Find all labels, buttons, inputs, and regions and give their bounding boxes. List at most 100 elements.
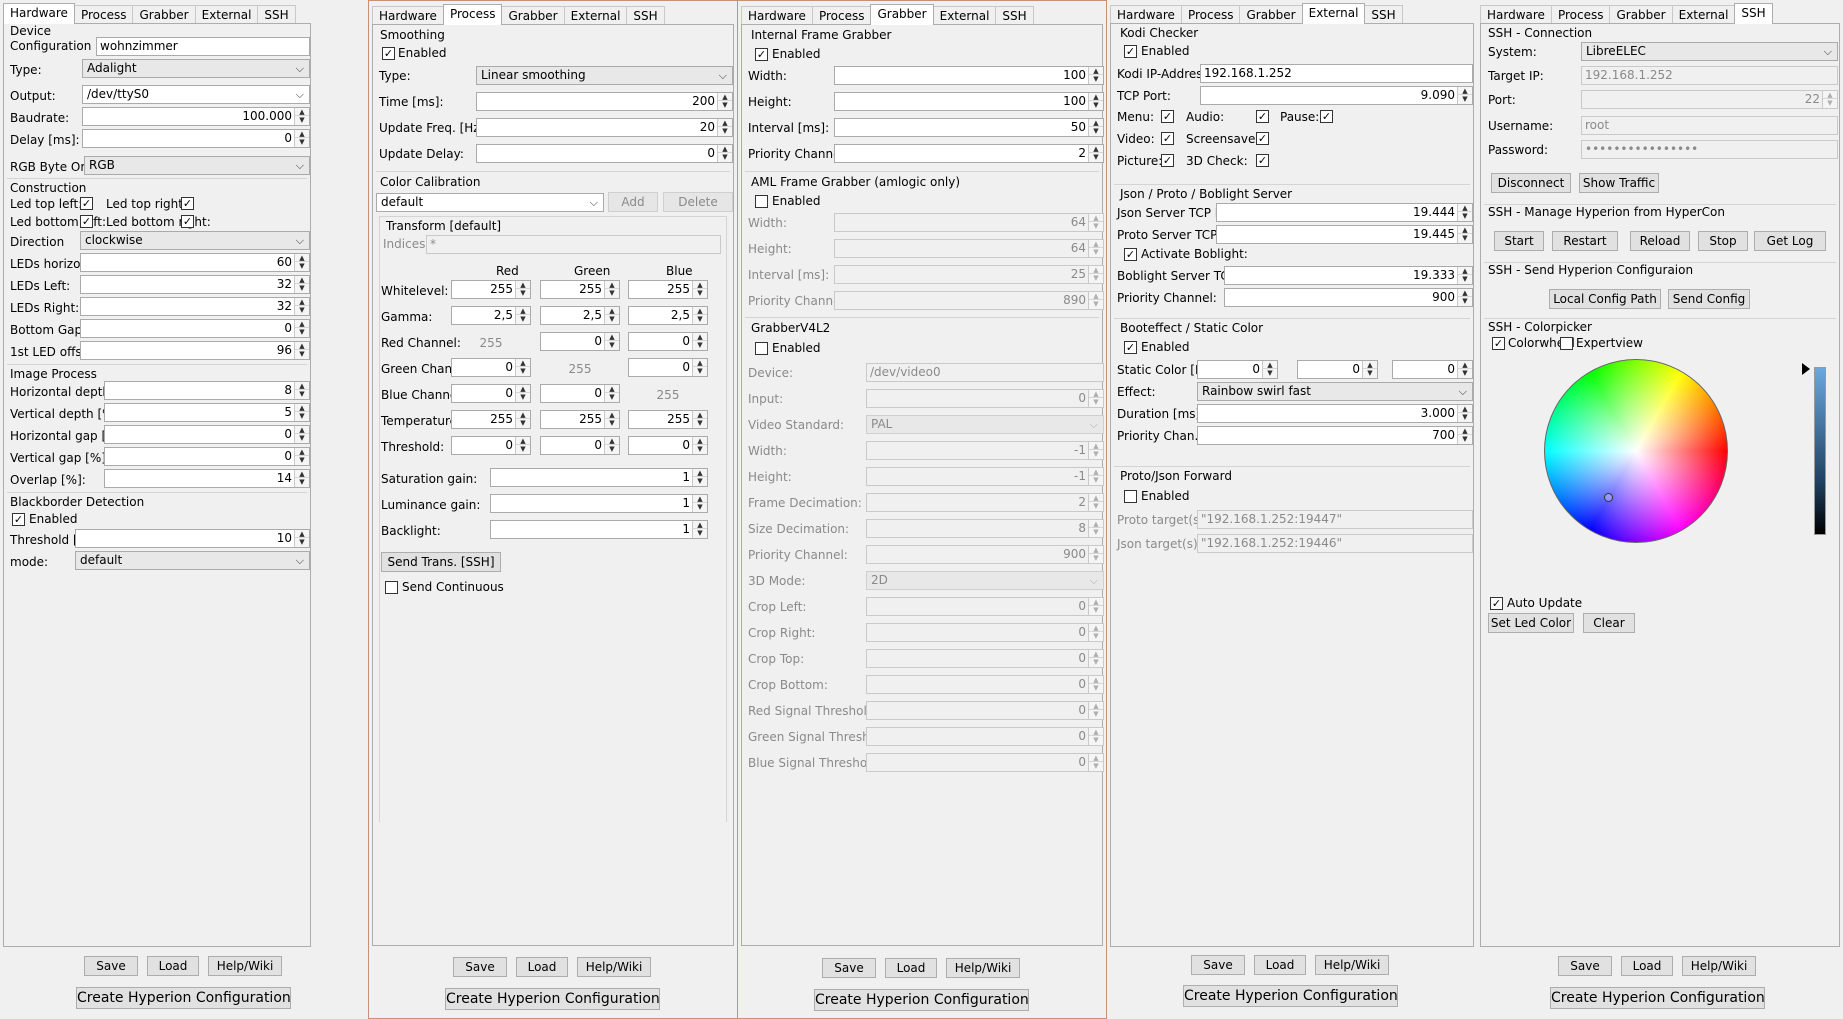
spinner-arrows[interactable]: ▲ ▼ bbox=[1457, 87, 1472, 104]
spinner-arrows[interactable]: ▲ ▼ bbox=[1362, 361, 1377, 378]
local-config-path-button[interactable]: Local Config Path bbox=[1549, 289, 1661, 309]
spinner-arrows[interactable]: ▲ ▼ bbox=[294, 382, 309, 399]
frame-decimation-spinner[interactable]: 2 ▲ ▼ bbox=[866, 493, 1104, 512]
load-button[interactable]: Load bbox=[147, 956, 199, 976]
down-arrow-icon[interactable]: ▼ bbox=[1089, 736, 1103, 744]
static-red-spinner[interactable]: 0 ▲ ▼ bbox=[1197, 360, 1278, 379]
down-arrow-icon[interactable]: ▼ bbox=[1089, 762, 1103, 770]
up-arrow-icon[interactable]: ▲ bbox=[1089, 754, 1103, 762]
led-top-right-checkbox[interactable]: ✓ bbox=[181, 197, 194, 210]
up-arrow-icon[interactable]: ▲ bbox=[1458, 289, 1472, 297]
tab-external[interactable]: External bbox=[1301, 3, 1366, 24]
activate-boblight-checkbox[interactable]: ✓ bbox=[1124, 248, 1137, 261]
video-standard-select[interactable]: PAL ⌵ bbox=[866, 415, 1104, 434]
spinner-arrows[interactable]: ▲ ▼ bbox=[692, 411, 707, 428]
down-arrow-icon[interactable]: ▼ bbox=[1089, 127, 1103, 135]
down-arrow-icon[interactable]: ▼ bbox=[1089, 398, 1103, 406]
down-arrow-icon[interactable]: ▼ bbox=[693, 529, 707, 537]
up-arrow-icon[interactable]: ▲ bbox=[1263, 361, 1277, 369]
json-target-input[interactable]: "192.168.1.252:19446" bbox=[1197, 534, 1473, 553]
spinner-arrows[interactable]: ▲ ▼ bbox=[515, 307, 530, 324]
up-arrow-icon[interactable]: ▲ bbox=[1089, 650, 1103, 658]
color-wheel-cursor[interactable] bbox=[1604, 493, 1613, 502]
down-arrow-icon[interactable]: ▼ bbox=[718, 153, 732, 161]
down-arrow-icon[interactable]: ▼ bbox=[605, 289, 619, 297]
up-arrow-icon[interactable]: ▲ bbox=[516, 307, 530, 315]
update-freq-spinner[interactable]: 20 ▲ ▼ bbox=[476, 118, 733, 137]
spinner-arrows[interactable]: ▲ ▼ bbox=[294, 530, 309, 547]
output-select[interactable]: /dev/ttyS0 ⌵ bbox=[82, 85, 310, 104]
brightness-slider[interactable] bbox=[1814, 367, 1826, 535]
threshold-blue-spinner[interactable]: 0 ▲ ▼ bbox=[628, 436, 708, 455]
pause-checkbox[interactable]: ✓ bbox=[1320, 110, 1333, 123]
crop-left-spinner[interactable]: 0 ▲ ▼ bbox=[866, 597, 1104, 616]
port-spinner[interactable]: 22 ▲ ▼ bbox=[1581, 90, 1838, 109]
tab-process[interactable]: Process bbox=[1180, 5, 1241, 24]
down-arrow-icon[interactable]: ▼ bbox=[1823, 99, 1837, 107]
spinner-arrows[interactable]: ▲ ▼ bbox=[692, 469, 707, 486]
spinner-arrows[interactable]: ▲ ▼ bbox=[1088, 214, 1103, 231]
led-top-left-checkbox[interactable]: ✓ bbox=[80, 197, 93, 210]
up-arrow-icon[interactable]: ▲ bbox=[295, 426, 309, 434]
tab-external[interactable]: External bbox=[932, 6, 997, 25]
delay-spinner[interactable]: 0 ▲ ▼ bbox=[82, 129, 310, 148]
server-priority-spinner[interactable]: 900 ▲ ▼ bbox=[1224, 288, 1473, 307]
down-arrow-icon[interactable]: ▼ bbox=[1089, 476, 1103, 484]
spinner-arrows[interactable]: ▲ ▼ bbox=[1457, 204, 1472, 221]
whitelevel-blue-spinner[interactable]: 255 ▲ ▼ bbox=[628, 280, 708, 299]
up-arrow-icon[interactable]: ▲ bbox=[1458, 204, 1472, 212]
stop-button[interactable]: Stop bbox=[1698, 231, 1748, 251]
up-arrow-icon[interactable]: ▲ bbox=[295, 470, 309, 478]
down-arrow-icon[interactable]: ▼ bbox=[1458, 413, 1472, 421]
down-arrow-icon[interactable]: ▼ bbox=[1458, 297, 1472, 305]
down-arrow-icon[interactable]: ▼ bbox=[295, 328, 309, 336]
load-button[interactable]: Load bbox=[885, 958, 937, 978]
spinner-arrows[interactable]: ▲ ▼ bbox=[1088, 468, 1103, 485]
up-arrow-icon[interactable]: ▲ bbox=[516, 411, 530, 419]
spinner-arrows[interactable]: ▲ ▼ bbox=[1088, 676, 1103, 693]
up-arrow-icon[interactable]: ▲ bbox=[295, 382, 309, 390]
create-configuration-button[interactable]: Create Hyperion Configuration bbox=[445, 988, 660, 1010]
up-arrow-icon[interactable]: ▲ bbox=[693, 281, 707, 289]
down-arrow-icon[interactable]: ▼ bbox=[693, 419, 707, 427]
green-channel-blue-spinner[interactable]: 0 ▲ ▼ bbox=[628, 358, 708, 377]
get-log-button[interactable]: Get Log bbox=[1754, 231, 1826, 251]
up-arrow-icon[interactable]: ▲ bbox=[295, 130, 309, 138]
clear-button[interactable]: Clear bbox=[1583, 613, 1635, 633]
indices-input[interactable]: * bbox=[426, 235, 721, 254]
spinner-arrows[interactable]: ▲ ▼ bbox=[294, 320, 309, 337]
saturation-gain-spinner[interactable]: 1 ▲ ▼ bbox=[490, 468, 708, 487]
tab-grabber[interactable]: Grabber bbox=[501, 6, 565, 25]
screensaver-checkbox[interactable]: ✓ bbox=[1256, 132, 1269, 145]
save-button[interactable]: Save bbox=[1558, 956, 1612, 976]
tab-external[interactable]: External bbox=[194, 5, 259, 24]
up-arrow-icon[interactable]: ▲ bbox=[516, 359, 530, 367]
temperature-green-spinner[interactable]: 255 ▲ ▼ bbox=[540, 410, 620, 429]
spinner-arrows[interactable]: ▲ ▼ bbox=[717, 119, 732, 136]
down-arrow-icon[interactable]: ▼ bbox=[1089, 153, 1103, 161]
baudrate-spinner[interactable]: 100.000 ▲ ▼ bbox=[82, 107, 310, 126]
crop-top-spinner[interactable]: 0 ▲ ▼ bbox=[866, 649, 1104, 668]
disconnect-button[interactable]: Disconnect bbox=[1491, 173, 1571, 193]
duration-spinner[interactable]: 3.000 ▲ ▼ bbox=[1197, 404, 1473, 423]
down-arrow-icon[interactable]: ▼ bbox=[295, 390, 309, 398]
down-arrow-icon[interactable]: ▼ bbox=[1458, 435, 1472, 443]
spinner-arrows[interactable]: ▲ ▼ bbox=[294, 404, 309, 421]
down-arrow-icon[interactable]: ▼ bbox=[295, 456, 309, 464]
down-arrow-icon[interactable]: ▼ bbox=[693, 445, 707, 453]
down-arrow-icon[interactable]: ▼ bbox=[1089, 710, 1103, 718]
down-arrow-icon[interactable]: ▼ bbox=[295, 262, 309, 270]
down-arrow-icon[interactable]: ▼ bbox=[605, 315, 619, 323]
spinner-arrows[interactable]: ▲ ▼ bbox=[1088, 546, 1103, 563]
save-button[interactable]: Save bbox=[453, 957, 507, 977]
down-arrow-icon[interactable]: ▼ bbox=[516, 419, 530, 427]
tab-grabber[interactable]: Grabber bbox=[870, 4, 934, 25]
expertview-checkbox[interactable] bbox=[1560, 337, 1573, 350]
down-arrow-icon[interactable]: ▼ bbox=[693, 341, 707, 349]
tab-ssh[interactable]: SSH bbox=[626, 6, 665, 25]
blackborder-enabled-checkbox[interactable]: ✓ bbox=[12, 513, 25, 526]
gamma-red-spinner[interactable]: 2,5 ▲ ▼ bbox=[451, 306, 531, 325]
add-profile-button[interactable]: Add bbox=[608, 192, 658, 212]
up-arrow-icon[interactable]: ▲ bbox=[605, 333, 619, 341]
tab-process[interactable]: Process bbox=[811, 6, 872, 25]
